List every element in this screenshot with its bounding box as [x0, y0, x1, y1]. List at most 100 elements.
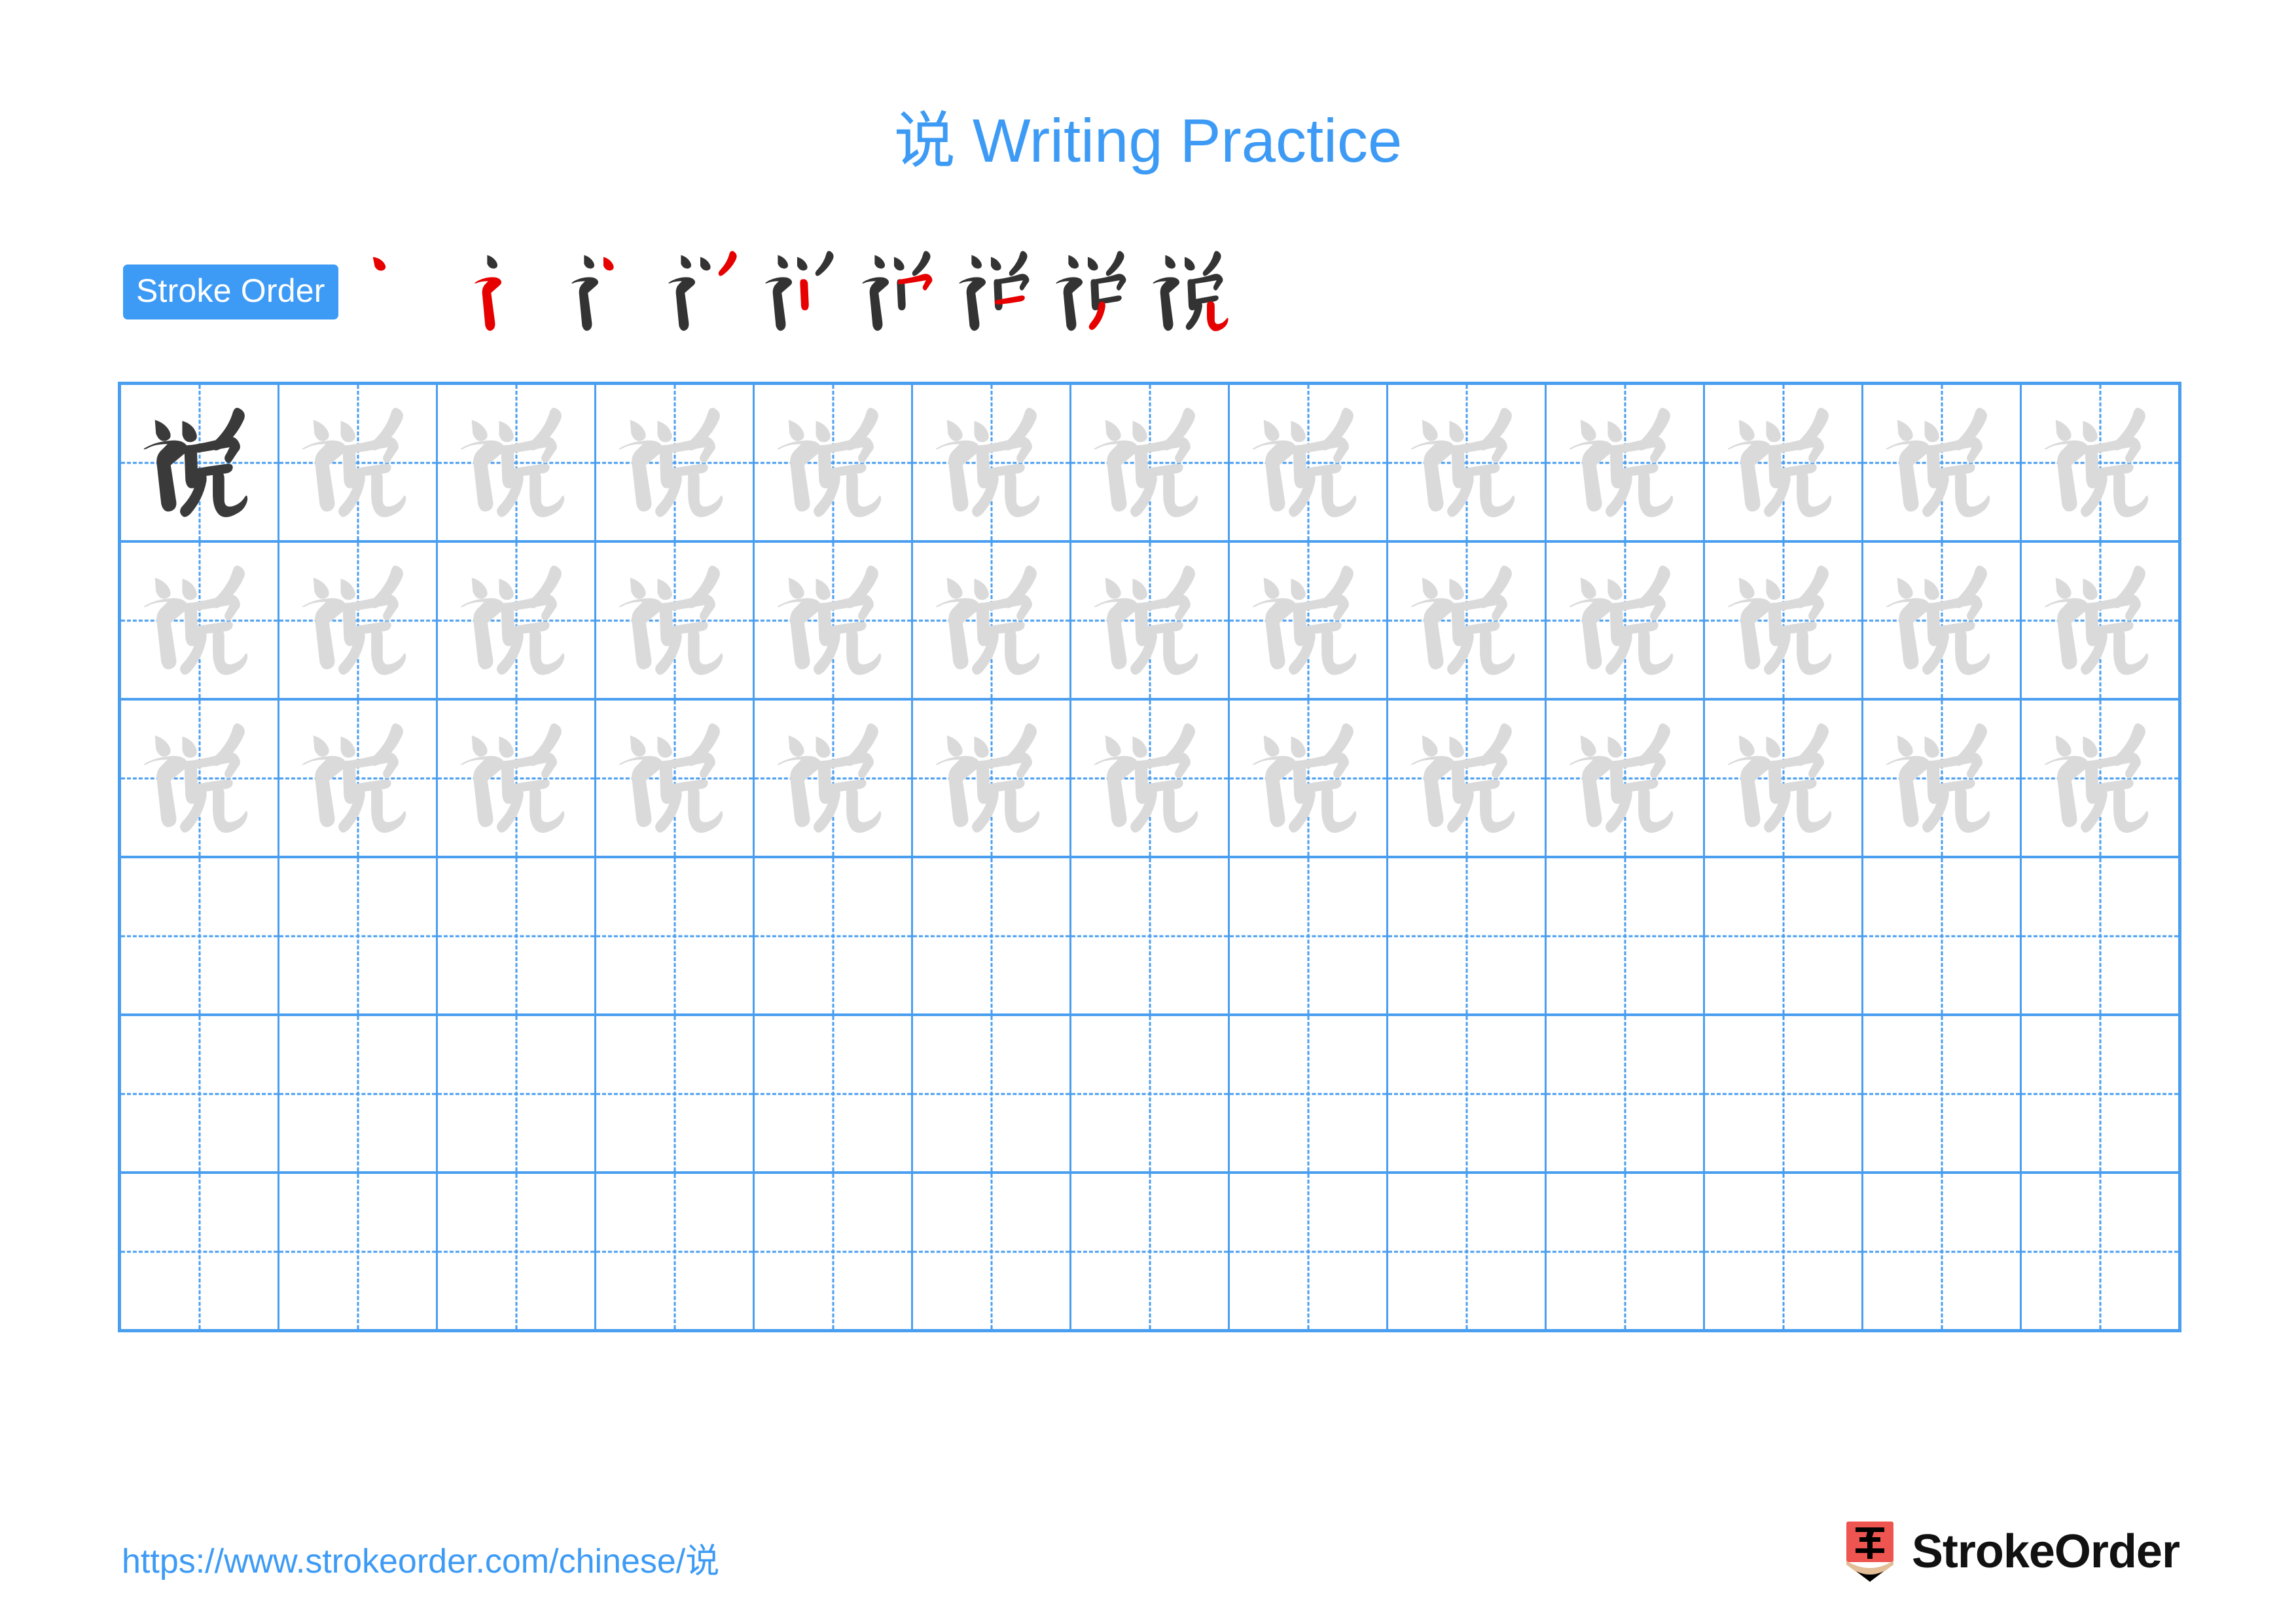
practice-grid-cell[interactable]: [1863, 1174, 2022, 1329]
practice-grid-cell[interactable]: [279, 1016, 438, 1171]
practice-grid-cell[interactable]: [2022, 385, 2178, 540]
practice-grid-cell[interactable]: [1388, 1174, 1547, 1329]
practice-grid-cell[interactable]: [1705, 543, 1863, 698]
practice-grid-cell[interactable]: [596, 1174, 755, 1329]
practice-grid-cell[interactable]: [1388, 1016, 1547, 1171]
practice-grid-cell[interactable]: [1863, 701, 2022, 856]
traceable-character: [1705, 385, 1861, 540]
practice-grid-cell[interactable]: [438, 1016, 596, 1171]
practice-grid-cell[interactable]: [1388, 858, 1547, 1013]
practice-grid-cell[interactable]: [755, 385, 913, 540]
practice-grid-cell[interactable]: [2022, 1174, 2178, 1329]
practice-grid-cell[interactable]: [279, 1174, 438, 1329]
practice-grid-cell[interactable]: [1705, 858, 1863, 1013]
practice-grid-cell[interactable]: [279, 701, 438, 856]
practice-grid-cell[interactable]: [1230, 543, 1388, 698]
practice-grid-cell[interactable]: [1071, 543, 1230, 698]
page-title: 说 Writing Practice: [893, 106, 1403, 175]
traceable-character: [1230, 385, 1386, 540]
practice-grid-cell[interactable]: [913, 1016, 1071, 1171]
practice-grid-cell[interactable]: [1071, 858, 1230, 1013]
practice-grid-cell[interactable]: [1547, 858, 1705, 1013]
traceable-character: [2022, 385, 2178, 540]
practice-grid-cell[interactable]: [755, 1016, 913, 1171]
practice-grid-cell[interactable]: [1388, 385, 1547, 540]
practice-grid-cell[interactable]: [755, 543, 913, 698]
practice-grid-cell[interactable]: [1230, 1016, 1388, 1171]
practice-grid-cell[interactable]: [1388, 543, 1547, 698]
practice-grid-row: [121, 385, 2178, 543]
practice-grid-cell[interactable]: [913, 1174, 1071, 1329]
traceable-character: [279, 385, 436, 540]
practice-grid-cell[interactable]: [121, 701, 279, 856]
practice-grid-cell[interactable]: [1863, 385, 2022, 540]
footer-url-link[interactable]: https://www.strokeorder.com/chinese/说: [122, 1533, 719, 1582]
practice-grid-cell[interactable]: [1547, 543, 1705, 698]
practice-grid-cell[interactable]: [121, 1016, 279, 1171]
practice-grid-cell[interactable]: [755, 858, 913, 1013]
practice-grid-cell[interactable]: [121, 543, 279, 698]
footer-logo[interactable]: StrokeOrder: [1845, 1518, 2180, 1586]
traceable-character: [596, 701, 753, 856]
traceable-character: [1071, 543, 1228, 698]
practice-grid-cell[interactable]: [755, 1174, 913, 1329]
practice-grid-cell[interactable]: [1547, 1016, 1705, 1171]
practice-grid-cell[interactable]: [755, 701, 913, 856]
practice-grid-cell[interactable]: [121, 858, 279, 1013]
practice-grid-cell[interactable]: [1705, 1174, 1863, 1329]
practice-grid-cell[interactable]: [1547, 385, 1705, 540]
practice-grid-cell[interactable]: [2022, 543, 2178, 698]
practice-grid-cell[interactable]: [121, 385, 279, 540]
practice-grid-cell[interactable]: [1705, 385, 1863, 540]
practice-grid-cell[interactable]: [1705, 1016, 1863, 1171]
practice-grid-cell[interactable]: [1071, 1016, 1230, 1171]
practice-grid-cell[interactable]: [1547, 701, 1705, 856]
stroke-order-badge: Stroke Order: [123, 264, 338, 319]
stroke-order-steps: [359, 251, 1231, 333]
practice-grid-cell[interactable]: [596, 385, 755, 540]
traceable-character: [913, 701, 1069, 856]
traceable-character: [1388, 385, 1545, 540]
practice-grid-cell[interactable]: [1388, 701, 1547, 856]
practice-grid-cell[interactable]: [1071, 1174, 1230, 1329]
traceable-character: [1863, 385, 2020, 540]
practice-grid-cell[interactable]: [1863, 1016, 2022, 1171]
practice-grid-cell[interactable]: [913, 701, 1071, 856]
practice-grid-cell[interactable]: [438, 385, 596, 540]
practice-grid-cell[interactable]: [438, 858, 596, 1013]
practice-grid-cell[interactable]: [121, 1174, 279, 1329]
practice-grid-cell[interactable]: [596, 858, 755, 1013]
practice-grid-cell[interactable]: [438, 543, 596, 698]
practice-grid-cell[interactable]: [913, 858, 1071, 1013]
practice-grid-cell[interactable]: [438, 1174, 596, 1329]
practice-grid-cell[interactable]: [1863, 858, 2022, 1013]
practice-grid-cell[interactable]: [1230, 858, 1388, 1013]
practice-grid-cell[interactable]: [1547, 1174, 1705, 1329]
practice-grid-row: [121, 543, 2178, 701]
practice-grid-cell[interactable]: [2022, 1016, 2178, 1171]
practice-grid-cell[interactable]: [438, 701, 596, 856]
traceable-character: [1230, 701, 1386, 856]
traceable-character: [755, 385, 911, 540]
practice-grid-cell[interactable]: [1230, 385, 1388, 540]
traceable-character: [913, 385, 1069, 540]
practice-grid-cell[interactable]: [596, 701, 755, 856]
practice-grid-cell[interactable]: [1705, 701, 1863, 856]
practice-grid-cell[interactable]: [279, 858, 438, 1013]
practice-grid-cell[interactable]: [1863, 543, 2022, 698]
practice-grid-cell[interactable]: [1071, 701, 1230, 856]
practice-grid-cell[interactable]: [279, 385, 438, 540]
traceable-character: [1863, 701, 2020, 856]
practice-grid-cell[interactable]: [1230, 701, 1388, 856]
traceable-character: [1071, 385, 1228, 540]
practice-grid-cell[interactable]: [596, 1016, 755, 1171]
practice-grid-cell[interactable]: [279, 543, 438, 698]
practice-grid-cell[interactable]: [913, 543, 1071, 698]
practice-grid-cell[interactable]: [2022, 701, 2178, 856]
practice-grid-cell[interactable]: [1230, 1174, 1388, 1329]
traceable-character: [1705, 543, 1861, 698]
practice-grid-cell[interactable]: [913, 385, 1071, 540]
practice-grid-cell[interactable]: [2022, 858, 2178, 1013]
practice-grid-cell[interactable]: [1071, 385, 1230, 540]
practice-grid-cell[interactable]: [596, 543, 755, 698]
